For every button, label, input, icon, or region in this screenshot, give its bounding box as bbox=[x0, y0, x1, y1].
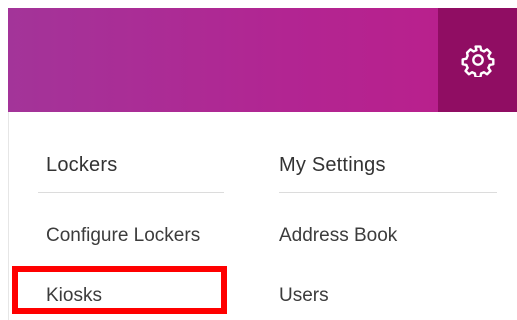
settings-button[interactable] bbox=[438, 8, 517, 112]
header-banner bbox=[8, 8, 517, 112]
users-link[interactable]: Users bbox=[279, 285, 329, 307]
menu-left-border bbox=[8, 112, 9, 320]
kiosks-link[interactable]: Kiosks bbox=[46, 285, 102, 307]
configure-lockers-link[interactable]: Configure Lockers bbox=[46, 225, 200, 247]
kiosks-highlight-box bbox=[12, 266, 227, 314]
my-settings-heading: My Settings bbox=[279, 154, 386, 176]
lockers-divider bbox=[38, 192, 224, 193]
gear-icon bbox=[460, 45, 495, 77]
lockers-heading: Lockers bbox=[46, 154, 118, 176]
page: Lockers Configure Lockers Kiosks My Sett… bbox=[0, 0, 517, 320]
address-book-link[interactable]: Address Book bbox=[279, 225, 397, 247]
my-settings-divider bbox=[279, 192, 497, 193]
